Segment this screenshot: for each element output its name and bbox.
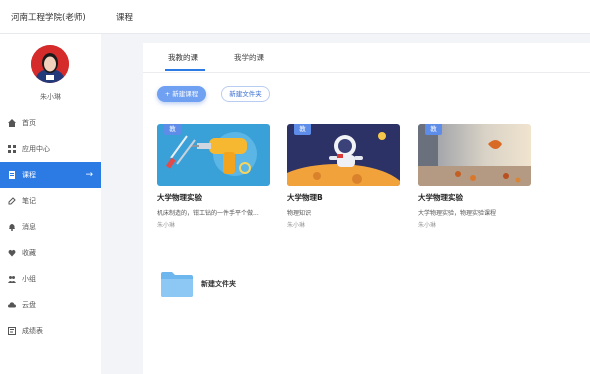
course-description: 机床制造的，钳工钻的一件手平个做... [157, 210, 259, 217]
teacher-badge: 教 [294, 124, 311, 135]
avatar-image [31, 45, 69, 83]
note-icon [8, 197, 16, 205]
course-title[interactable]: 大学物理B [287, 192, 400, 203]
cloud-icon [8, 302, 16, 308]
course-cover[interactable]: 教 [418, 124, 531, 186]
sidebar-item-cloud[interactable]: 云盘 [0, 292, 101, 318]
group-icon [8, 276, 16, 283]
avatar[interactable] [31, 45, 69, 83]
course-teacher: 朱小琳 [418, 222, 437, 229]
teacher-badge: 教 [425, 124, 442, 135]
sidebar-item-grades[interactable]: 成绩表 [0, 318, 101, 344]
tab-teaching[interactable]: 我教的课 [168, 52, 198, 63]
course-teacher: 朱小琳 [287, 222, 306, 229]
sidebar-item-label: 课程 [22, 171, 36, 179]
sidebar-item-label: 云盘 [22, 301, 36, 309]
sidebar-item-label: 消息 [22, 223, 36, 231]
sidebar-item-apps[interactable]: 应用中心 [0, 136, 101, 162]
school-name: 河南工程学院(老师) [11, 13, 86, 23]
new-course-button[interactable]: + 新建课程 [157, 86, 206, 102]
sidebar: 朱小琳 首页 应用中心 课程 → 笔记 消息 收藏 小组 云盘 成绩表 [0, 34, 101, 374]
sidebar-item-label: 首页 [22, 119, 36, 127]
sidebar-item-label: 小组 [22, 275, 36, 283]
teacher-badge: 教 [164, 124, 181, 135]
heart-icon [8, 249, 16, 257]
new-folder-button[interactable]: 新建文件夹 [221, 86, 270, 102]
sidebar-item-home[interactable]: 首页 [0, 110, 101, 136]
grade-icon [8, 327, 16, 335]
course-tabs: 我教的课 我学的课 [143, 43, 590, 73]
course-title[interactable]: 大学物理实验 [157, 192, 270, 203]
user-name: 朱小琳 [40, 93, 61, 101]
book-icon [9, 171, 15, 179]
course-card[interactable]: 教 大学物理实验 机床制造的，钳工钻的一件手平个做... 朱小琳 [157, 124, 270, 229]
course-cover[interactable]: 教 [157, 124, 270, 186]
tab-learning[interactable]: 我学的课 [234, 52, 264, 63]
course-cover[interactable]: 教 [287, 124, 400, 186]
course-description: 大学物理实验，物理实验课程 [418, 210, 497, 217]
breadcrumb[interactable]: 课程 [116, 11, 133, 23]
sidebar-item-groups[interactable]: 小组 [0, 266, 101, 292]
sidebar-item-notes[interactable]: 笔记 [0, 188, 101, 214]
sidebar-item-messages[interactable]: 消息 [0, 214, 101, 240]
course-description: 物理知识 [287, 210, 312, 217]
course-card[interactable]: 教 大学物理B 物理知识 朱小琳 [287, 124, 400, 229]
active-tab-indicator [165, 69, 205, 71]
sidebar-item-label: 笔记 [22, 197, 36, 205]
arrow-right-icon: → [85, 170, 93, 180]
folder-icon[interactable] [161, 271, 193, 297]
top-bar: 河南工程学院(老师) 课程 [0, 0, 590, 34]
folder-name[interactable]: 新建文件夹 [201, 279, 236, 289]
sidebar-nav: 首页 应用中心 课程 → 笔记 消息 收藏 小组 云盘 成绩表 [0, 110, 101, 344]
course-title[interactable]: 大学物理实验 [418, 192, 531, 203]
apps-icon [8, 145, 16, 153]
main-panel: 我教的课 我学的课 + 新建课程 新建文件夹 教 大学物理实验 机床制造的，钳工… [143, 43, 590, 374]
sidebar-item-favorites[interactable]: 收藏 [0, 240, 101, 266]
sidebar-item-label: 成绩表 [22, 327, 43, 335]
sidebar-item-course[interactable]: 课程 → [0, 162, 101, 188]
course-card[interactable]: 教 大学物理实验 大学物理实验，物理实验课程 朱小琳 [418, 124, 531, 229]
home-icon [8, 119, 16, 127]
course-teacher: 朱小琳 [157, 222, 176, 229]
bell-icon [9, 224, 15, 231]
sidebar-item-label: 收藏 [22, 249, 36, 257]
sidebar-item-label: 应用中心 [22, 145, 50, 153]
